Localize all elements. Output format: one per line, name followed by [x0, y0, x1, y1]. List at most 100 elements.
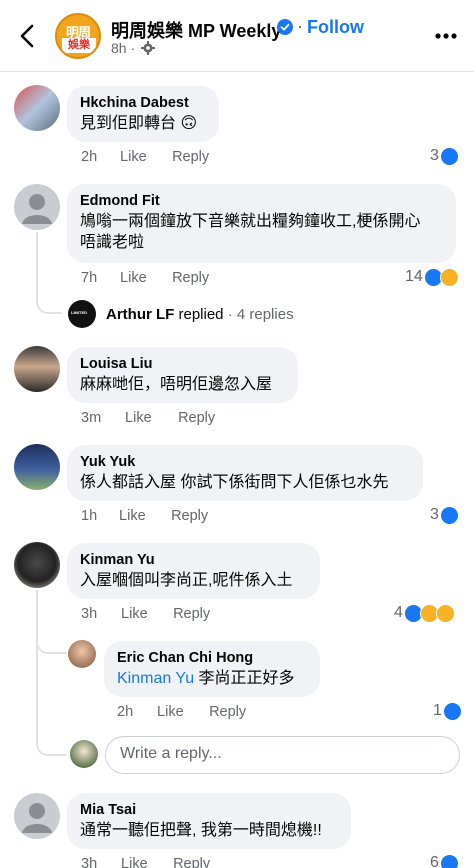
comment-actions: 3m Like Reply [81, 410, 215, 426]
like-button[interactable]: Like [120, 149, 168, 165]
comment-author[interactable]: Edmond Fit [80, 192, 443, 211]
like-button[interactable]: Like [120, 270, 168, 286]
reply-author[interactable]: Eric Chan Chi Hong [117, 649, 307, 668]
avatar-logo-text: LIMITED [71, 310, 87, 315]
my-avatar [70, 740, 98, 768]
reaction-count: 6 [430, 854, 439, 868]
commenter-avatar[interactable] [14, 444, 60, 490]
comment-author[interactable]: Mia Tsai [80, 801, 338, 820]
commenter-avatar[interactable] [14, 346, 60, 392]
like-reaction-icon [439, 853, 459, 868]
reply-button[interactable]: Reply [178, 410, 215, 426]
comment-time: 3h [81, 606, 98, 622]
reaction-count: 1 [433, 702, 442, 719]
like-button[interactable]: Like [121, 606, 169, 622]
page-avatar[interactable]: 明周 娛樂 [55, 13, 101, 59]
thread-line [36, 590, 38, 736]
reply-avatar[interactable] [68, 640, 96, 668]
avatar-logo-text-bottom: 娛樂 [62, 38, 96, 53]
comment-text: 唔識老啦 [80, 234, 145, 251]
like-button[interactable]: Like [121, 856, 169, 868]
reaction-summary[interactable]: 4 [394, 602, 455, 624]
comment-actions: 1h Like Reply [81, 508, 208, 524]
comment-actions: 7h Like Reply [81, 270, 209, 286]
reply-button[interactable]: Reply [173, 606, 210, 622]
mention-link[interactable]: Kinman Yu [117, 670, 194, 687]
comment-author[interactable]: Kinman Yu [80, 551, 307, 570]
haha-reaction-icon [435, 603, 455, 623]
reply-text: Kinman Yu 李尚正正好多 [117, 668, 307, 689]
post-time: 8h · [111, 40, 136, 56]
reply-avatar[interactable]: LIMITED [68, 300, 96, 328]
comment-text: 鳩嗡一兩個鐘放下音樂就出糧夠鐘收工,梗係開心 [80, 213, 421, 230]
reply-button[interactable]: Reply [171, 508, 208, 524]
comment-bubble: Yuk Yuk 係人都話入屋 你試下係街問下人佢係乜水先 [67, 445, 423, 501]
reply-button[interactable]: Reply [209, 704, 246, 720]
comment-author[interactable]: Hkchina Dabest [80, 94, 206, 113]
default-user-icon [22, 803, 52, 833]
comment-time: 7h [81, 270, 98, 286]
like-button[interactable]: Like [125, 410, 174, 426]
gear-icon [141, 41, 155, 55]
view-replies-link[interactable]: Arthur LF replied · 4 replies [106, 306, 294, 323]
comment-text: 麻麻哋佢，唔明佢邊忽入屋 [80, 376, 273, 393]
post-header: 明周 娛樂 明周娛樂 MP Weekly · Follow 8h · [0, 0, 474, 72]
thread-connector [36, 628, 66, 654]
comment-actions: 3h Like Reply [81, 856, 210, 868]
comment-time: 3h [81, 856, 98, 868]
comment-bubble: Kinman Yu 入屋嗰個叫李尚正,呢件係入土 [67, 543, 320, 599]
commenter-avatar[interactable] [14, 793, 60, 839]
write-reply-placeholder: Write a reply... [120, 745, 222, 762]
comment-time: 3m [81, 410, 102, 426]
reaction-count: 3 [430, 147, 439, 164]
comment-time: 2h [81, 149, 98, 165]
reply-time: 2h [117, 704, 134, 720]
commenter-avatar[interactable] [14, 85, 60, 131]
page-name[interactable]: 明周娛樂 MP Weekly [111, 17, 281, 43]
like-button[interactable]: Like [157, 704, 205, 720]
dot-separator: · [297, 16, 303, 36]
comment-text: 通常一聽佢把聲, 我第一時間熄機!! [80, 822, 322, 839]
comment-time: 1h [81, 508, 98, 524]
default-user-icon [22, 194, 52, 224]
haha-reaction-icon [439, 267, 459, 287]
replied-verb: replied [178, 306, 224, 323]
comment-text: 入屋嗰個叫李尚正,呢件係入土 [80, 572, 293, 589]
comment-text: 係人都話入屋 你試下係街問下人佢係乜水先 [80, 474, 389, 491]
thread-connector [36, 730, 66, 756]
reaction-summary[interactable]: 1 [433, 700, 462, 722]
like-reaction-icon [439, 146, 459, 166]
reply-button[interactable]: Reply [172, 149, 209, 165]
comment-text: 見到佢即轉台 🙃 [80, 115, 198, 132]
commenter-avatar[interactable] [14, 542, 60, 588]
reply-author: Arthur LF [106, 306, 175, 323]
reaction-count: 14 [405, 268, 423, 285]
comment-author[interactable]: Yuk Yuk [80, 453, 410, 472]
more-options-icon[interactable] [433, 27, 459, 45]
reaction-summary[interactable]: 3 [430, 504, 459, 526]
reply-body: 李尚正正好多 [194, 670, 295, 687]
reply-bubble: Eric Chan Chi Hong Kinman Yu 李尚正正好多 [104, 641, 320, 697]
reaction-summary[interactable]: 6 [430, 852, 459, 868]
write-reply-input[interactable]: Write a reply... [105, 736, 460, 774]
reaction-summary[interactable]: 14 [405, 266, 459, 288]
like-reaction-icon [439, 505, 459, 525]
reply-button[interactable]: Reply [173, 856, 210, 868]
reply-count: · 4 replies [227, 306, 294, 323]
like-reaction-icon [442, 701, 462, 721]
like-button[interactable]: Like [119, 508, 167, 524]
comment-bubble: Mia Tsai 通常一聽佢把聲, 我第一時間熄機!! [67, 793, 351, 849]
comment-actions: 2h Like Reply [81, 149, 209, 165]
follow-button[interactable]: Follow [307, 17, 364, 38]
verified-badge-icon [277, 19, 293, 35]
reply-button[interactable]: Reply [172, 270, 209, 286]
comment-author[interactable]: Louisa Liu [80, 355, 285, 374]
reaction-summary[interactable]: 3 [430, 145, 459, 167]
comment-actions: 3h Like Reply [81, 606, 210, 622]
comment-bubble: Hkchina Dabest 見到佢即轉台 🙃 [67, 86, 219, 142]
comment-bubble: Edmond Fit 鳩嗡一兩個鐘放下音樂就出糧夠鐘收工,梗係開心 唔識老啦 [67, 184, 456, 263]
commenter-avatar[interactable] [14, 184, 60, 230]
thread-connector [36, 290, 62, 314]
back-arrow-icon[interactable] [14, 22, 40, 50]
comment-bubble: Louisa Liu 麻麻哋佢，唔明佢邊忽入屋 [67, 347, 298, 403]
